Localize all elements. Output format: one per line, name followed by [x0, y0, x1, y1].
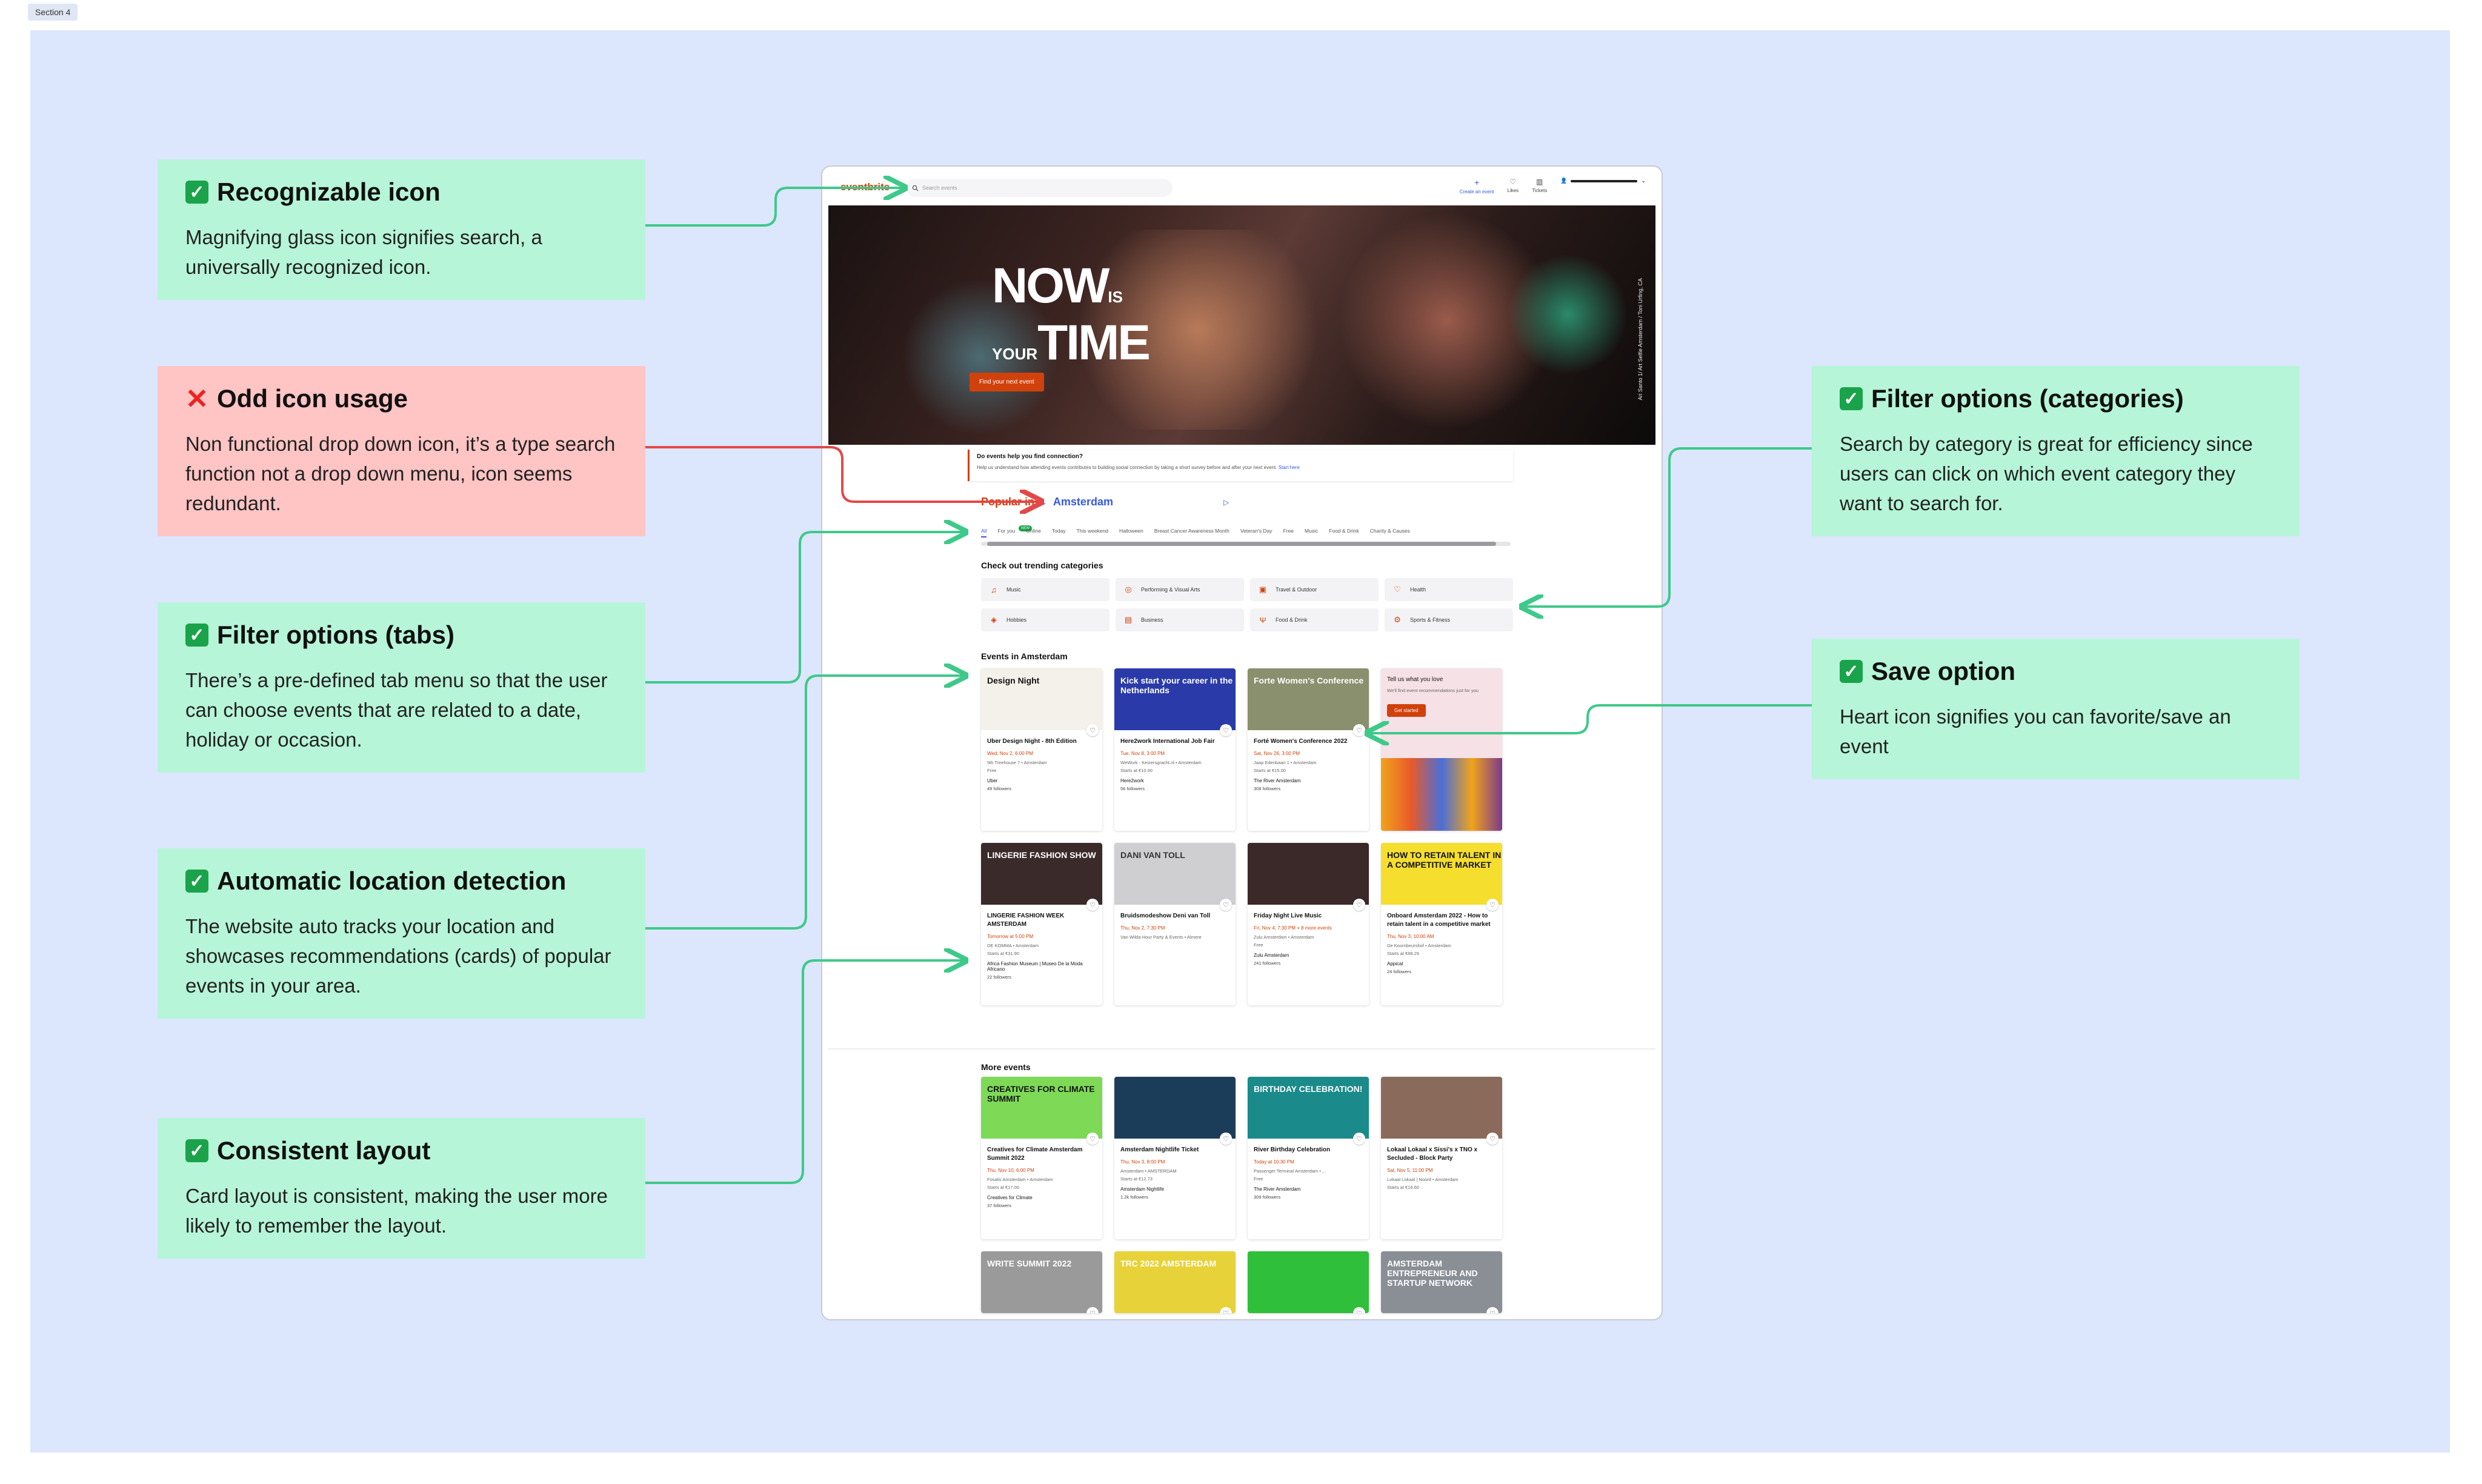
connector-recognizable-icon: [645, 188, 903, 227]
connector-location-detection: [645, 676, 963, 930]
annotation-connectors: [645, 0, 1812, 1184]
connector-filter-categories: [1524, 447, 1812, 607]
connector-consistent-layout: [645, 960, 963, 1184]
connector-filter-tabs: [645, 532, 963, 684]
connector-save-option: [1369, 704, 1812, 733]
connector-odd-icon: [645, 446, 1039, 502]
